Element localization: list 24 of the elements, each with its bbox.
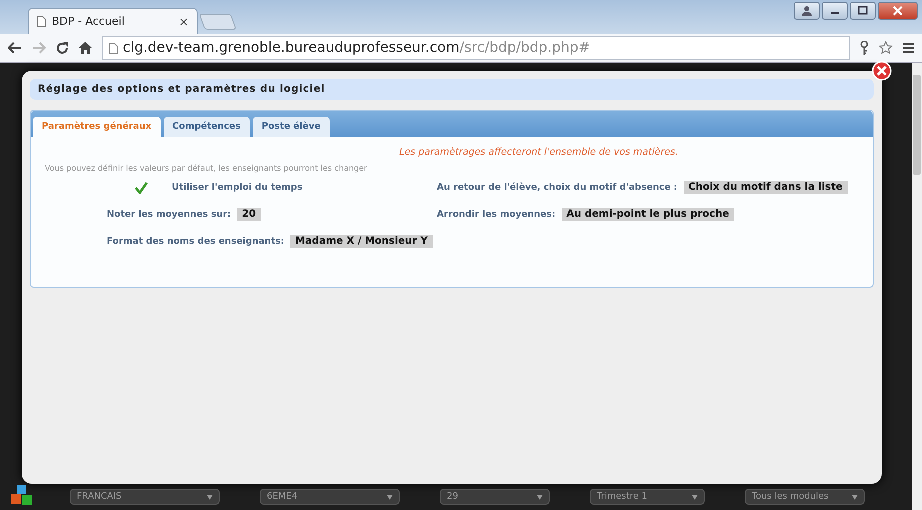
dropdown[interactable]: Trimestre 1 (590, 489, 705, 505)
dialog-title: Réglage des options et paramètres du logiciel (30, 79, 874, 100)
name-format-value[interactable]: Madame X / Monsieur Y (290, 235, 433, 248)
tab-title: BDP - Accueil (52, 15, 126, 28)
browser-tab[interactable]: BDP - Accueil × (28, 8, 198, 34)
grade-scale-label: Noter les moyennes sur: (107, 210, 232, 220)
name-format-label: Format des noms des enseignants: (107, 236, 284, 246)
absence-reason-value[interactable]: Choix du motif dans la liste (684, 181, 848, 194)
settings-tab[interactable]: Poste élève (252, 117, 330, 137)
dropdown[interactable]: 6EME4 (260, 489, 400, 505)
dropdown[interactable]: Tous les modules (745, 489, 865, 505)
absence-reason-label: Au retour de l'élève, choix du motif d'absence : (437, 182, 678, 192)
timetable-label: Utiliser l'emploi du temps (172, 182, 303, 192)
settings-tab[interactable]: Paramètres généraux (33, 117, 161, 137)
grade-scale-value[interactable]: 20 (237, 208, 262, 221)
address-bar[interactable]: clg.dev-team.grenoble.bureauduprofesseur.com/src/bdp/bdp.php# (102, 36, 850, 60)
dropdown[interactable]: 29 (440, 489, 550, 505)
dropdown[interactable]: FRANCAIS (70, 489, 220, 505)
tab-close-button[interactable]: × (178, 14, 189, 28)
rounding-value[interactable]: Au demi-point le plus proche (562, 208, 734, 221)
rounding-label: Arrondir les moyennes: (437, 210, 556, 220)
settings-tab[interactable]: Compétences (164, 117, 250, 137)
notice-text: Les paramètrages affecteront l'ensemble de vos matières. (400, 147, 678, 158)
hint-text: Vous pouvez définir les valeurs par défaut, les enseignants pourront les changer (45, 164, 368, 173)
